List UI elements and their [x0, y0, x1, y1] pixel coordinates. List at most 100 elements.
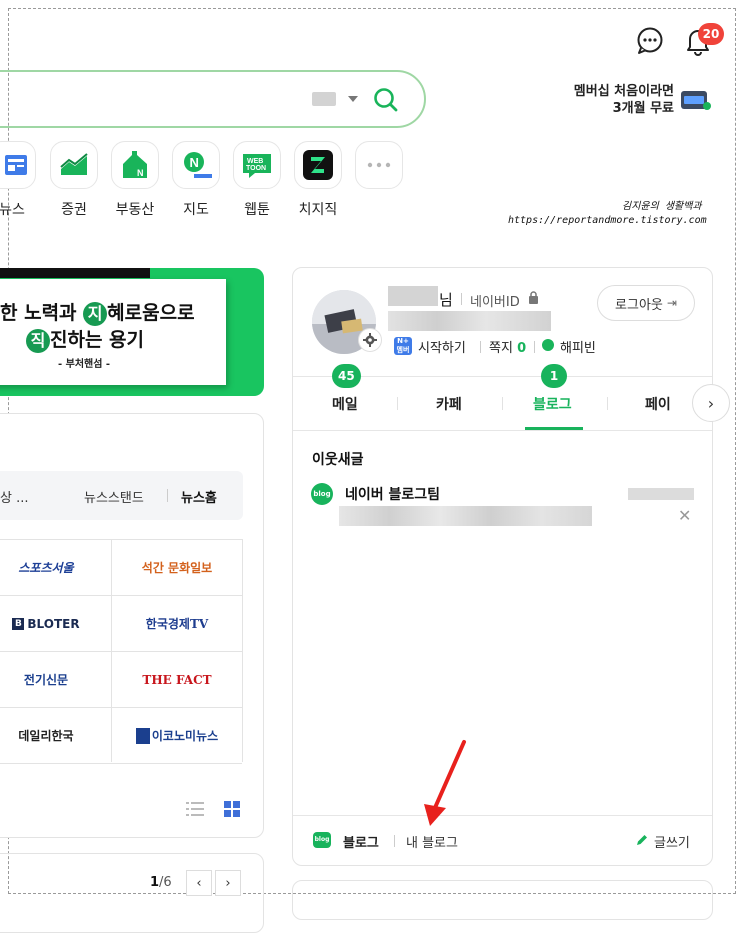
- blog-link[interactable]: 블로그: [343, 832, 379, 851]
- chevron-down-icon[interactable]: [348, 96, 358, 102]
- webtoon-icon: WEBTOON: [243, 154, 271, 178]
- shortcut-chzzk[interactable]: [294, 141, 342, 189]
- section-title: 이웃새글: [312, 452, 364, 468]
- shortcut-label: 치지직: [298, 202, 338, 218]
- press-logo-thefact[interactable]: THE FACT: [112, 652, 242, 707]
- svg-text:TOON: TOON: [246, 165, 266, 172]
- tab-pay[interactable]: 페이: [645, 394, 671, 414]
- watermark-title: 김지윤의 생활백과: [622, 201, 702, 212]
- my-blog-link[interactable]: 내 블로그: [406, 832, 458, 851]
- news-home-link[interactable]: 뉴스홈: [181, 487, 217, 506]
- divider: [607, 397, 608, 410]
- divider: [480, 341, 481, 353]
- shortcut-label: 웹툰: [244, 202, 270, 218]
- press-logo-sportsseoul[interactable]: 스포츠서울: [0, 540, 92, 595]
- message-link[interactable]: 쪽지 0: [489, 337, 526, 356]
- svg-text:WEB: WEB: [247, 158, 263, 165]
- real-estate-icon: N: [123, 151, 147, 178]
- shortcut-news[interactable]: [0, 141, 36, 189]
- chzzk-icon: [303, 150, 333, 180]
- shortcut-map[interactable]: N: [172, 141, 220, 189]
- keyboard-icon[interactable]: [312, 92, 336, 106]
- redacted-post-title[interactable]: [339, 506, 592, 526]
- lock-icon: [529, 291, 538, 304]
- banner-accent: [0, 268, 150, 278]
- naver-id-label: 네이버ID: [470, 295, 520, 310]
- tab-blog[interactable]: 블로그: [533, 394, 572, 414]
- banner-source: - 부처핸섬 -: [58, 359, 111, 370]
- divider: [242, 539, 243, 762]
- settings-gear-icon[interactable]: [358, 328, 382, 352]
- press-logo-bloter[interactable]: B BLOTER: [0, 596, 92, 651]
- headline-text[interactable]: 상 ...: [0, 487, 29, 506]
- lower-panel: [292, 880, 713, 920]
- press-logo-econonews[interactable]: 이코노미뉴스: [112, 708, 242, 763]
- talk-icon[interactable]: [634, 24, 666, 56]
- divider: [461, 293, 462, 305]
- more-icon: [367, 162, 391, 168]
- notification-badge: 20: [698, 23, 724, 45]
- shortcut-real-estate[interactable]: N: [111, 141, 159, 189]
- happybean-icon: [542, 339, 554, 351]
- user-name-suffix: 님: [439, 291, 453, 309]
- membership-line1: 멤버십 처음이라면: [573, 84, 674, 99]
- divider: [394, 835, 395, 847]
- svg-text:N: N: [137, 168, 144, 178]
- press-logo-munhwa[interactable]: 석간 문화일보: [112, 540, 242, 595]
- press-logo-dailyhankook[interactable]: 데일리한국: [0, 708, 92, 763]
- annotation-arrow-icon: [424, 740, 466, 826]
- free-ticket-icon: [681, 91, 711, 110]
- divider: [167, 489, 168, 502]
- blog-count-badge: 1: [541, 364, 567, 388]
- tabs-next-button[interactable]: ›: [692, 384, 730, 422]
- shortcut-more[interactable]: [355, 141, 403, 189]
- shortcut-webtoon[interactable]: WEB TOON: [233, 141, 281, 189]
- mail-count-badge: 45: [332, 364, 361, 388]
- membership-promo[interactable]: 멤버십 처음이라면 3개월 무료: [540, 83, 674, 117]
- tab-mail[interactable]: 메일: [332, 394, 358, 414]
- watermark-url: https://reportandmore.tistory.com: [508, 215, 707, 226]
- econonews-logo-icon: [135, 727, 150, 744]
- map-icon: N: [184, 152, 212, 178]
- redacted-date: [628, 488, 694, 500]
- logout-button[interactable]: 로그아웃 ⇥: [597, 285, 695, 321]
- shortcut-label: 부동산: [115, 202, 155, 218]
- shortcut-label: 뉴스: [0, 202, 25, 218]
- post-author[interactable]: 네이버 블로그팀: [345, 484, 440, 504]
- write-post-button[interactable]: 글쓰기: [654, 832, 690, 851]
- divider: [293, 430, 712, 431]
- newsstand-link[interactable]: 뉴스스탠드: [84, 487, 144, 506]
- redacted-username: [388, 286, 438, 306]
- divider: [293, 815, 712, 816]
- pager-prev-button[interactable]: ‹: [186, 870, 212, 896]
- shortcut-stock[interactable]: [50, 141, 98, 189]
- user-panel: [292, 267, 713, 866]
- grid-view-icon[interactable]: [224, 801, 240, 817]
- search-input[interactable]: [0, 70, 426, 128]
- tab-cafe[interactable]: 카페: [436, 394, 462, 414]
- banner-line1: 한 노력과 지 혜로움으로: [0, 302, 195, 326]
- press-logo-hkwtv[interactable]: 한국경제TV: [112, 596, 242, 651]
- pencil-icon: [637, 835, 647, 845]
- news-icon: [5, 155, 27, 175]
- search-icon[interactable]: [372, 86, 400, 114]
- close-icon[interactable]: ✕: [678, 506, 691, 525]
- blog-icon: blog: [313, 832, 331, 848]
- divider: [397, 397, 398, 410]
- pager-next-button[interactable]: ›: [215, 870, 241, 896]
- bloter-logo-icon: B: [12, 617, 25, 630]
- pager-indicator: 1/6: [150, 875, 172, 890]
- divider: [502, 397, 503, 410]
- blog-icon: blog: [311, 483, 333, 505]
- shortcut-label: 증권: [61, 202, 87, 218]
- press-logo-electimes[interactable]: 전기신문: [0, 652, 92, 707]
- membership-icon: N+ 멤버십: [394, 337, 412, 363]
- shortcut-label: 지도: [183, 202, 209, 218]
- happybean-link[interactable]: 해피빈: [560, 337, 596, 356]
- list-view-icon[interactable]: [186, 801, 204, 817]
- start-link[interactable]: 시작하기: [418, 337, 466, 356]
- banner-line2: 직 진하는 용기: [26, 325, 144, 353]
- logout-icon: ⇥: [666, 296, 677, 310]
- membership-line2: 3개월 무료: [612, 101, 674, 116]
- svg-text:N: N: [190, 155, 199, 170]
